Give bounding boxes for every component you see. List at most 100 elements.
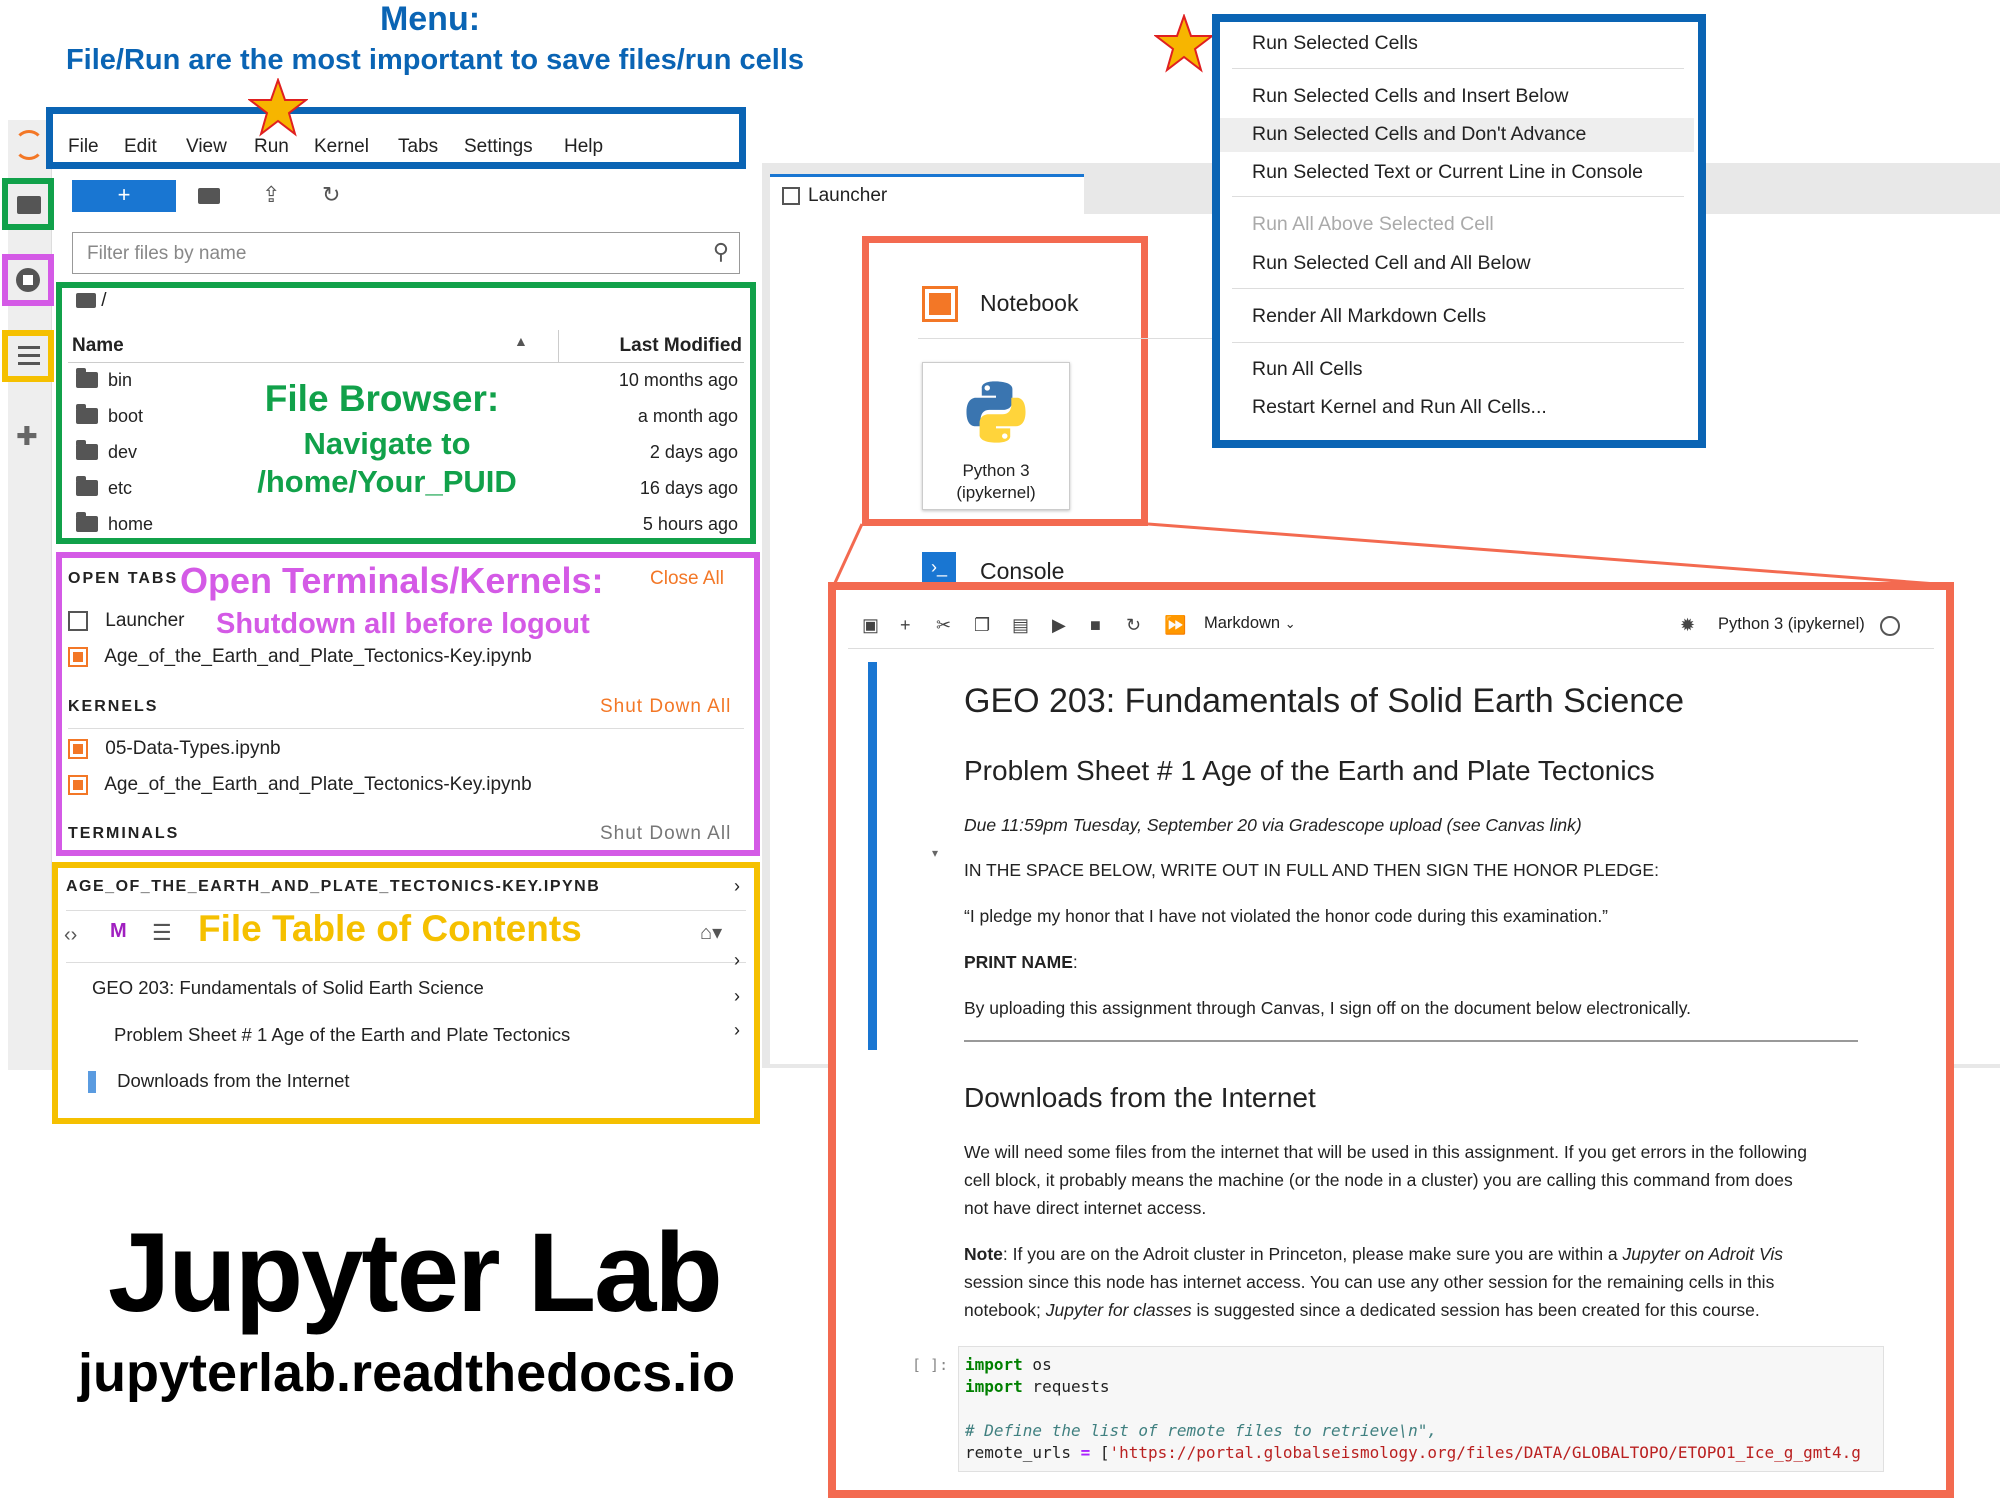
nb-note-line: notebook; Jupyter for classes is suggest… [964, 1300, 1760, 1320]
filter-placeholder: Filter files by name [87, 243, 247, 264]
save-icon[interactable]: ▣ [862, 615, 879, 636]
menu-item-restart-run-all[interactable]: Restart Kernel and Run All Cells... [1252, 396, 1547, 419]
nb-pledge: “I pledge my honor that I have not viola… [964, 906, 1609, 926]
active-cell-indicator [868, 662, 877, 1050]
nb-heading-2: Problem Sheet # 1 Age of the Earth and P… [964, 755, 1655, 786]
brand-url: jupyterlab.readthedocs.io [78, 1343, 736, 1403]
menu-item-run-in-console[interactable]: Run Selected Text or Current Line in Con… [1252, 161, 1643, 184]
menu-run[interactable]: Run [254, 136, 289, 158]
kernels-header: KERNELS [68, 698, 159, 715]
breadcrumb: / [76, 290, 107, 312]
file-browser-annotation-line2: /home/Your_PUID [257, 464, 517, 499]
nb-print-name: PRINT NAME: [964, 952, 1078, 972]
nb-note-line: session since this node has internet acc… [964, 1272, 1775, 1292]
file-name: home [108, 514, 154, 534]
file-modified: 5 hours ago [642, 514, 738, 534]
close-all-button[interactable]: Close All [650, 568, 724, 590]
cell-type-select[interactable]: Markdown ⌄ [1204, 614, 1296, 633]
toc-item[interactable]: Problem Sheet # 1 Age of the Earth and P… [114, 1024, 570, 1046]
paste-icon[interactable]: ▤ [1012, 615, 1029, 636]
refresh-icon[interactable]: ↻ [322, 182, 340, 208]
folder-icon [76, 476, 98, 496]
menu-item-run-all[interactable]: Run All Cells [1252, 358, 1363, 381]
copy-icon[interactable]: ❐ [974, 615, 990, 636]
stop-icon[interactable]: ■ [1090, 615, 1101, 636]
folder-icon [76, 440, 98, 460]
add-cell-icon[interactable]: + [900, 615, 911, 636]
kernel-item[interactable]: Age_of_the_Earth_and_Plate_Tectonics-Key… [68, 774, 532, 796]
new-launcher-button[interactable]: + [72, 180, 176, 212]
bug-icon[interactable]: ✹ [1680, 615, 1695, 636]
code-cell-editor[interactable]: import os import requests # Define the l… [958, 1346, 1884, 1472]
kernel-status-icon [1880, 616, 1900, 636]
toc-header: AGE_OF_THE_EARTH_AND_PLATE_TECTONICS-KEY… [66, 878, 601, 895]
menu-item-run-insert-below[interactable]: Run Selected Cells and Insert Below [1252, 85, 1569, 108]
markdown-toggle-icon[interactable]: M [110, 920, 127, 943]
kernel-name[interactable]: Python 3 (ipykernel) [1718, 615, 1865, 634]
column-last-modified[interactable]: Last Modified [620, 335, 742, 357]
toc-tab[interactable] [2, 330, 54, 382]
kernel-item[interactable]: 05-Data-Types.ipynb [68, 738, 281, 760]
numbering-toggle-icon[interactable]: ☰ [152, 920, 172, 946]
new-folder-icon[interactable] [198, 188, 220, 204]
fast-forward-icon[interactable]: ⏩ [1164, 615, 1186, 636]
file-modified: 10 months ago [618, 370, 738, 390]
filter-files-input[interactable]: Filter files by name ⚲ [72, 232, 740, 274]
file-name: etc [108, 478, 133, 498]
menu-item-run-all-above: Run All Above Selected Cell [1252, 213, 1494, 235]
collapse-icon[interactable]: ▾ [932, 846, 938, 860]
menu-settings[interactable]: Settings [464, 136, 533, 158]
running-icon [16, 268, 40, 292]
file-modified: 2 days ago [649, 442, 738, 462]
open-tab-launcher[interactable]: Launcher [68, 610, 185, 632]
folder-icon [76, 293, 96, 309]
menu-item-run-all-below[interactable]: Run Selected Cell and All Below [1252, 252, 1531, 275]
running-annotation-title: Open Terminals/Kernels: [180, 560, 604, 601]
toc-icon [18, 346, 40, 366]
chevron-down-icon: ⌄ [1284, 616, 1296, 631]
run-icon[interactable]: ▶ [1052, 615, 1066, 636]
menu-file[interactable]: File [68, 136, 99, 158]
chevron-right-icon: › [734, 876, 740, 896]
file-row[interactable]: home 5 hours ago [76, 508, 746, 542]
menu-edit[interactable]: Edit [124, 136, 157, 158]
open-tab-notebook[interactable]: Age_of_the_Earth_and_Plate_Tectonics-Key… [68, 646, 532, 668]
kernels-shutdown-all[interactable]: Shut Down All [600, 696, 731, 718]
kernel-label-line1: Python 3 [962, 461, 1030, 480]
restart-icon[interactable]: ↻ [1126, 615, 1141, 636]
notebook-section-label: Notebook [980, 290, 1079, 316]
toc-annotation-title: File Table of Contents [198, 908, 582, 949]
nb-heading-downloads: Downloads from the Internet [964, 1082, 1316, 1113]
menu-help[interactable]: Help [564, 136, 603, 158]
launcher-icon [782, 187, 800, 205]
cut-icon[interactable]: ✂ [936, 615, 951, 636]
toc-item[interactable]: GEO 203: Fundamentals of Solid Earth Sci… [92, 977, 484, 999]
cell-prompt: [ ]: [912, 1356, 949, 1374]
nb-hr [964, 1040, 1858, 1042]
tag-icon[interactable]: ⌂▾ [700, 920, 722, 945]
menu-kernel[interactable]: Kernel [314, 136, 369, 158]
toc-item-active[interactable]: Downloads from the Internet [88, 1070, 350, 1094]
extension-icon[interactable]: ✚ [16, 423, 40, 449]
file-browser-tab[interactable] [2, 178, 54, 230]
menu-item-run-selected[interactable]: Run Selected Cells [1252, 32, 1418, 55]
terminals-shutdown-all[interactable]: Shut Down All [600, 823, 731, 845]
menu-annotation-subtitle: File/Run are the most important to save … [65, 44, 805, 76]
tab-launcher[interactable]: Launcher [770, 174, 1084, 214]
code-toggle-icon[interactable]: ‹› [64, 924, 77, 947]
menubar: File Edit View Run Kernel Tabs Settings … [68, 136, 748, 160]
menu-view[interactable]: View [186, 136, 227, 158]
console-section-label: Console [980, 558, 1065, 584]
upload-icon[interactable]: ⇪ [262, 182, 280, 208]
file-name: boot [108, 406, 144, 426]
notebook-icon [68, 646, 88, 667]
menu-tabs[interactable]: Tabs [398, 136, 438, 158]
menu-item-render-markdown[interactable]: Render All Markdown Cells [1252, 305, 1486, 328]
python3-kernel-card[interactable]: Python 3 (ipykernel) [922, 362, 1070, 510]
star-icon [248, 78, 308, 137]
notebook-icon [68, 774, 88, 795]
column-name[interactable]: Name [72, 335, 124, 357]
menu-item-run-dont-advance[interactable]: Run Selected Cells and Don't Advance [1252, 123, 1586, 146]
file-name: bin [108, 370, 133, 390]
running-tab[interactable] [2, 254, 54, 306]
